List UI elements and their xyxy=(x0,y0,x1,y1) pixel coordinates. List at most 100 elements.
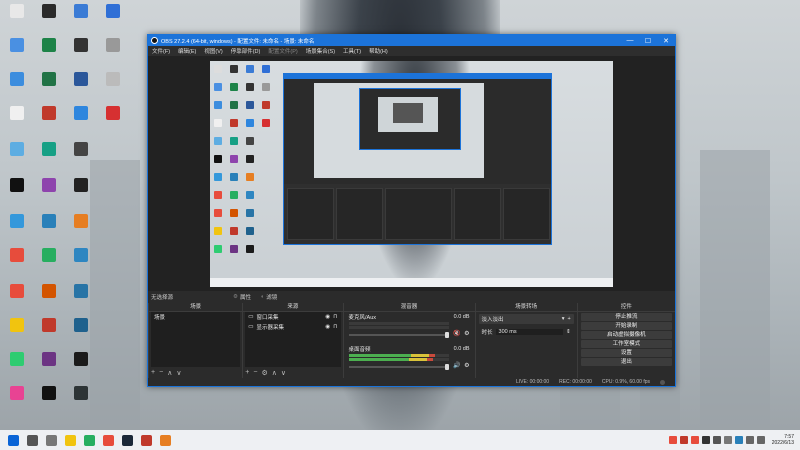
studio-mode-button[interactable]: 工作室模式 xyxy=(580,340,672,348)
gear-icon[interactable]: ⚙ xyxy=(233,294,238,300)
maximize-button[interactable]: ☐ xyxy=(639,37,657,45)
desktop-icon[interactable] xyxy=(2,106,32,120)
desktop-icon[interactable] xyxy=(66,178,96,192)
menu-scene-collection[interactable]: 场景集合(S) xyxy=(302,47,339,55)
menu-file[interactable]: 文件(F) xyxy=(148,47,174,55)
desktop-icon[interactable] xyxy=(66,214,96,228)
desktop-icon[interactable] xyxy=(34,142,64,156)
tray-icon[interactable] xyxy=(668,436,677,444)
wifi-icon[interactable] xyxy=(745,436,754,444)
desktop-icon[interactable] xyxy=(2,352,32,366)
desktop-icon[interactable] xyxy=(34,4,64,18)
settings-button[interactable]: 设置 xyxy=(580,349,672,357)
gear-icon[interactable]: ⚙ xyxy=(464,362,469,369)
desktop-icon[interactable] xyxy=(2,318,32,332)
desktop-icon[interactable] xyxy=(2,248,32,262)
desktop-icon[interactable] xyxy=(98,106,128,120)
desktop-icon[interactable] xyxy=(2,4,32,18)
scene-item[interactable]: 场景 xyxy=(151,312,240,322)
lock-icon[interactable]: ⊓ xyxy=(333,324,337,330)
task-view-icon[interactable] xyxy=(46,434,57,446)
desktop-icon[interactable] xyxy=(34,106,64,120)
desktop-icon[interactable] xyxy=(66,38,96,52)
add-icon[interactable]: + xyxy=(568,316,571,322)
filter-icon[interactable]: ◐ xyxy=(261,294,264,300)
desktop-icon[interactable] xyxy=(66,386,96,400)
source-item[interactable]: ▭ 窗口采集 ◉ ⊓ xyxy=(245,312,340,322)
menu-view[interactable]: 视图(V) xyxy=(200,47,226,55)
desktop-icon[interactable] xyxy=(66,4,96,18)
tray-icon[interactable] xyxy=(679,436,688,444)
desktop-icon[interactable] xyxy=(34,38,64,52)
preview-area[interactable] xyxy=(148,56,675,291)
desktop-icon[interactable] xyxy=(66,284,96,298)
clock[interactable]: 7:57 2022/6/13 xyxy=(772,434,794,446)
up-icon[interactable]: ∧ xyxy=(167,369,172,377)
exit-button[interactable]: 退出 xyxy=(580,358,672,366)
windows-start-icon[interactable] xyxy=(8,434,19,446)
remove-icon[interactable]: − xyxy=(159,369,163,376)
desktop-icon[interactable] xyxy=(2,386,32,400)
search-icon[interactable] xyxy=(27,434,38,446)
app-icon[interactable] xyxy=(160,434,171,446)
eye-icon[interactable]: ◉ xyxy=(325,324,330,330)
start-recording-button[interactable]: 开始录制 xyxy=(580,322,672,330)
volume-slider[interactable] xyxy=(348,332,449,338)
desktop-icon[interactable] xyxy=(66,248,96,262)
app-icon[interactable] xyxy=(141,434,152,446)
desktop-icon[interactable] xyxy=(34,72,64,86)
desktop-icon[interactable] xyxy=(98,4,128,18)
desktop-icon[interactable] xyxy=(98,38,128,52)
desktop-icon[interactable] xyxy=(2,142,32,156)
tray-icon[interactable] xyxy=(734,436,743,444)
menu-edit[interactable]: 编辑(E) xyxy=(174,47,200,55)
volume-icon[interactable] xyxy=(756,436,765,444)
desktop-icon[interactable] xyxy=(2,214,32,228)
desktop-icon[interactable] xyxy=(98,72,128,86)
desktop-icon[interactable] xyxy=(66,352,96,366)
desktop-icon[interactable] xyxy=(2,72,32,86)
source-item[interactable]: ▭ 显示器采集 ◉ ⊓ xyxy=(245,322,340,332)
down-icon[interactable]: ∨ xyxy=(176,369,181,377)
duration-input[interactable]: 300 ms xyxy=(495,329,564,335)
close-button[interactable]: ✕ xyxy=(657,37,675,45)
stepper-icon[interactable]: ⇕ xyxy=(566,329,571,335)
minimize-button[interactable]: — xyxy=(621,37,639,44)
desktop-icon[interactable] xyxy=(66,142,96,156)
browser-icon[interactable] xyxy=(84,434,95,446)
tray-icon[interactable] xyxy=(723,436,732,444)
lock-icon[interactable]: ⊓ xyxy=(333,314,337,320)
stop-streaming-button[interactable]: 停止推流 xyxy=(580,313,672,321)
menu-docks[interactable]: 停靠部件(D) xyxy=(227,47,265,55)
down-icon[interactable]: ∨ xyxy=(281,369,286,377)
filters-button[interactable]: 滤镜 xyxy=(266,293,277,301)
desktop-icon[interactable] xyxy=(2,178,32,192)
add-icon[interactable]: + xyxy=(151,369,155,376)
start-virtual-camera-button[interactable]: 启动虚拟摄像机 xyxy=(580,331,672,339)
desktop-icon[interactable] xyxy=(34,214,64,228)
transition-select[interactable]: 淡入淡出 ▾ + xyxy=(478,314,574,324)
remove-icon[interactable]: − xyxy=(253,369,257,376)
app-icon[interactable] xyxy=(103,434,114,446)
desktop-icon[interactable] xyxy=(2,284,32,298)
desktop-icon[interactable] xyxy=(34,318,64,332)
desktop-icon[interactable] xyxy=(66,72,96,86)
up-icon[interactable]: ∧ xyxy=(272,369,277,377)
desktop-icon[interactable] xyxy=(34,248,64,262)
menu-tools[interactable]: 工具(T) xyxy=(339,47,365,55)
file-explorer-icon[interactable] xyxy=(65,434,76,446)
preview-canvas[interactable] xyxy=(210,61,613,287)
menu-help[interactable]: 帮助(H) xyxy=(365,47,392,55)
title-bar[interactable]: OBS 27.2.4 (64-bit, windows) - 配置文件: 未命名… xyxy=(148,35,675,46)
menu-profile[interactable]: 配置文件(P) xyxy=(264,47,301,55)
desktop-icon[interactable] xyxy=(34,352,64,366)
desktop-icon[interactable] xyxy=(34,386,64,400)
tray-icon[interactable] xyxy=(701,436,710,444)
add-icon[interactable]: + xyxy=(245,369,249,376)
tray-icon[interactable] xyxy=(690,436,699,444)
speaker-icon[interactable]: 🔊 xyxy=(453,362,460,369)
desktop-icon[interactable] xyxy=(66,106,96,120)
desktop-icon[interactable] xyxy=(34,284,64,298)
desktop-icon[interactable] xyxy=(2,38,32,52)
gear-icon[interactable]: ⚙ xyxy=(261,369,267,377)
